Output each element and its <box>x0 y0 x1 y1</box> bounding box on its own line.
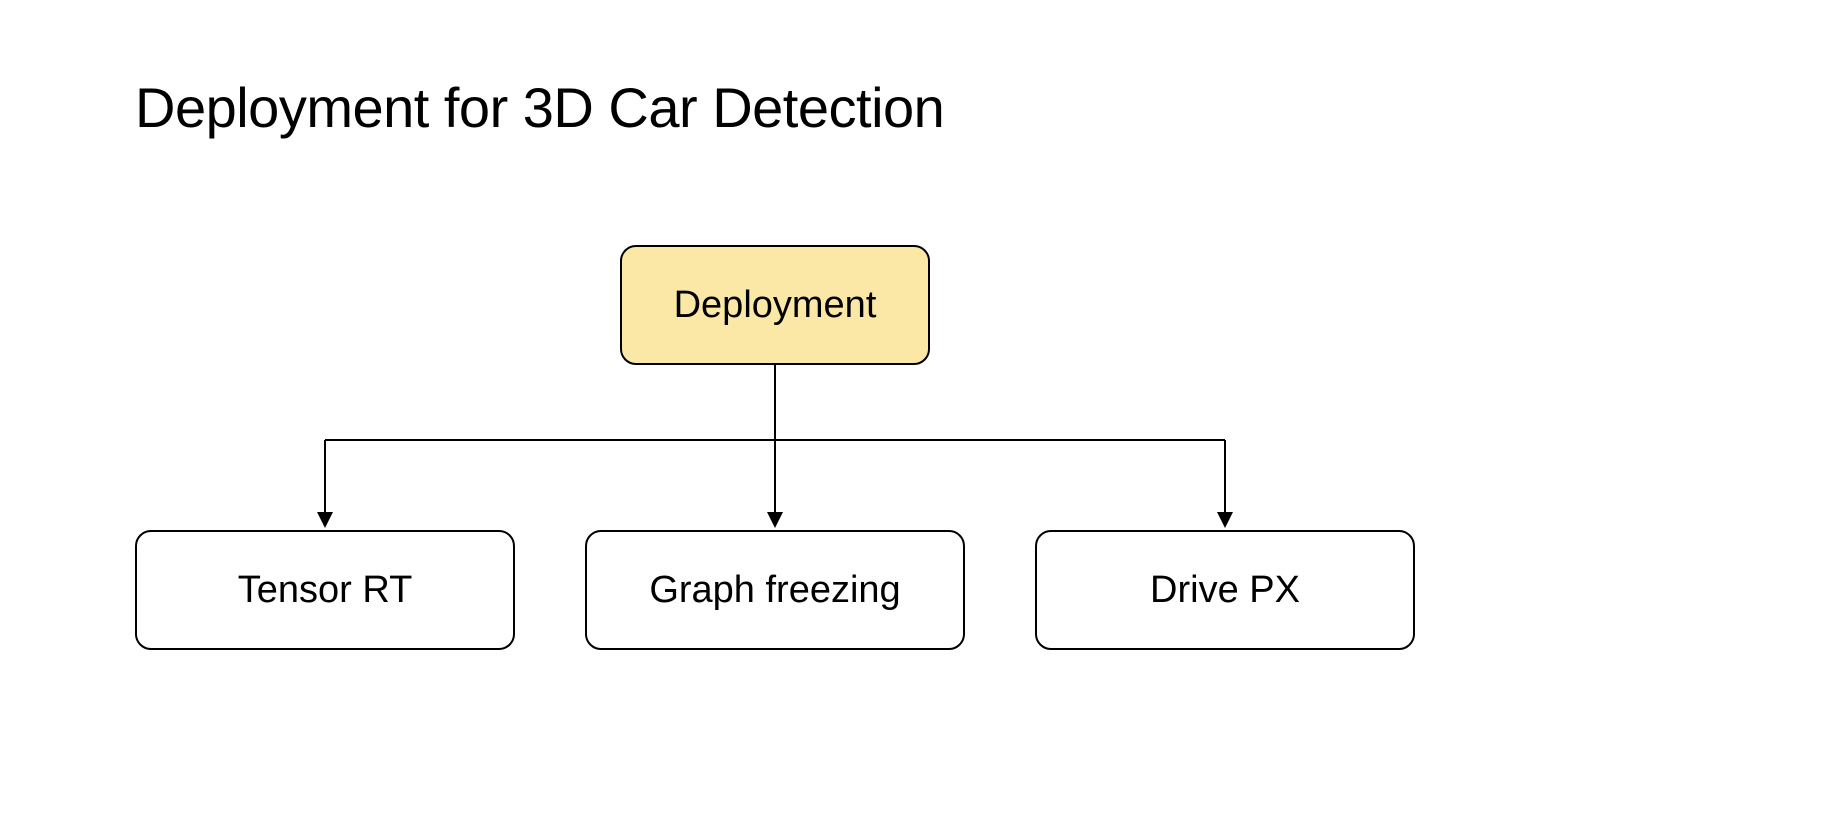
node-root-deployment: Deployment <box>620 245 930 365</box>
node-child-graph-freezing: Graph freezing <box>585 530 965 650</box>
node-child-drive-px: Drive PX <box>1035 530 1415 650</box>
node-child-label: Tensor RT <box>238 569 413 612</box>
node-child-tensor-rt: Tensor RT <box>135 530 515 650</box>
node-child-label: Drive PX <box>1150 569 1300 612</box>
node-root-label: Deployment <box>674 284 877 327</box>
node-child-label: Graph freezing <box>649 569 900 612</box>
diagram-title: Deployment for 3D Car Detection <box>135 75 944 140</box>
